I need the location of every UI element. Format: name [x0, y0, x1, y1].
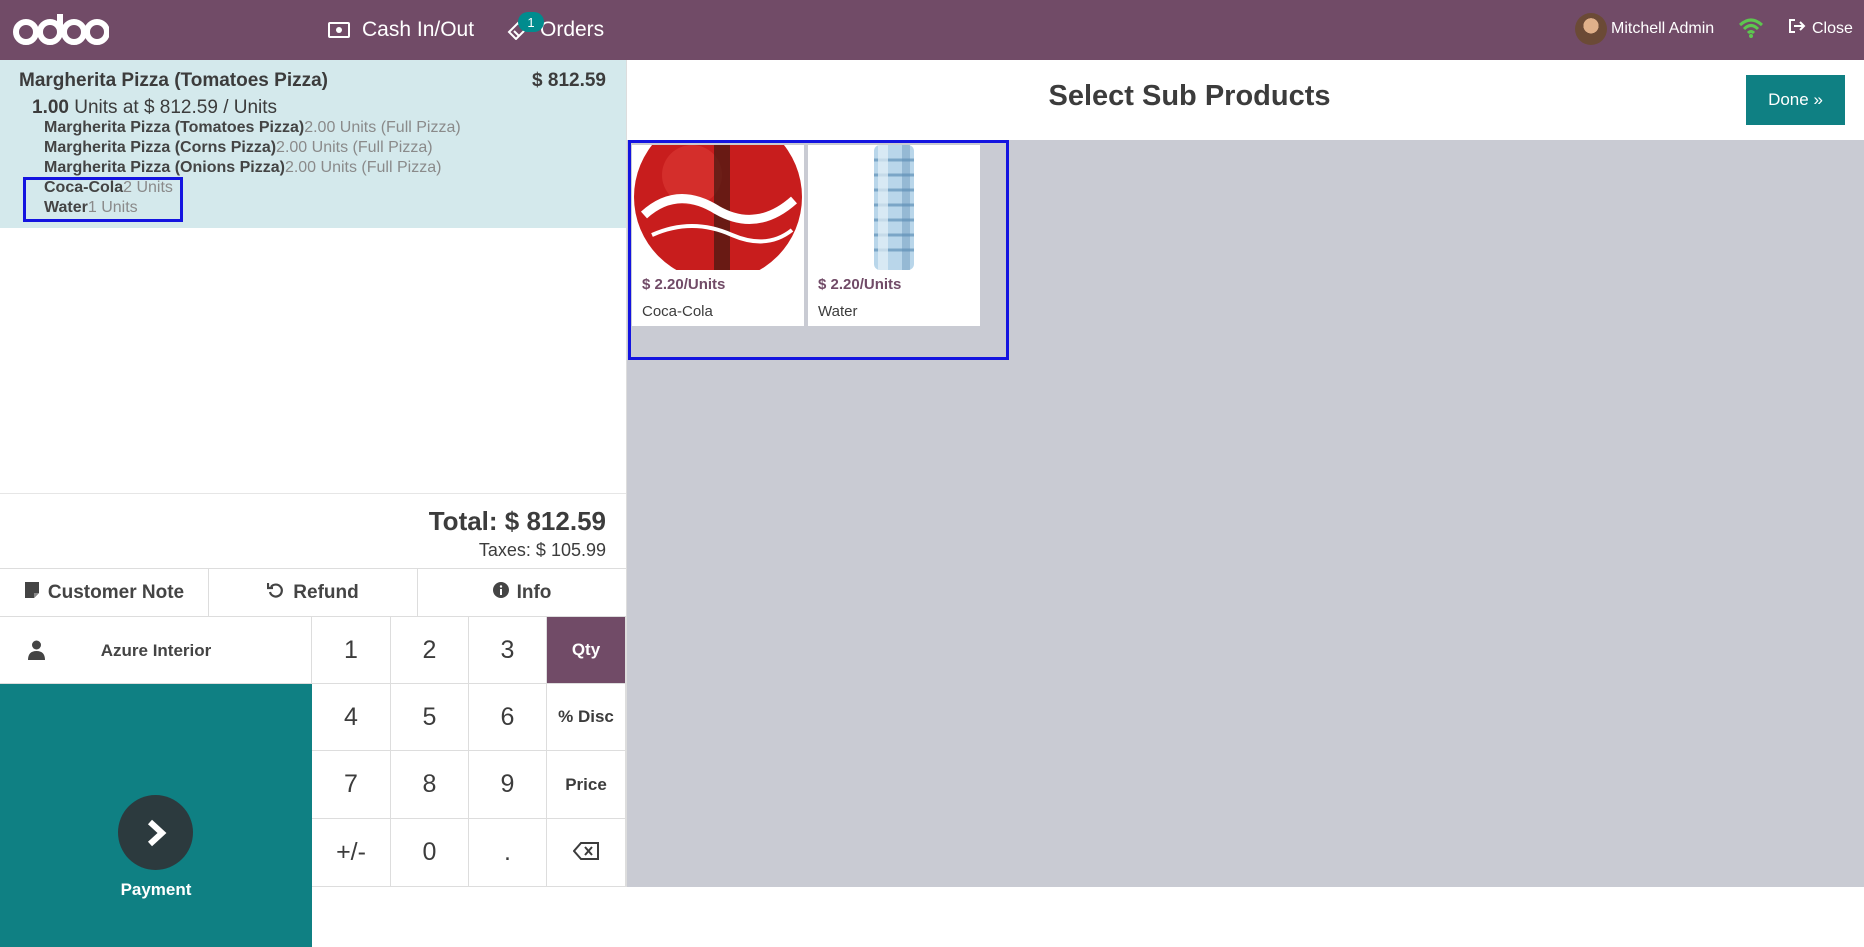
order-total: Total: $ 812.59	[428, 506, 606, 536]
orders-button[interactable]: Orders	[506, 0, 604, 60]
order-line-qty: 1.00 Units at $ 812.59 / Units	[32, 97, 277, 119]
done-button[interactable]: Done »	[1746, 75, 1845, 125]
numpad-key-5[interactable]: 5	[391, 684, 469, 751]
numpad-key-dot[interactable]: .	[469, 819, 547, 887]
customer-button[interactable]: Azure Interior	[0, 617, 312, 684]
top-bar: Cash In/Out Orders 1 Mitchell Admin Clos…	[0, 0, 1864, 60]
order-panel: Margherita Pizza (Tomatoes Pizza) $ 812.…	[0, 60, 627, 947]
sub-products-header: Select Sub Products Done »	[627, 60, 1864, 140]
order-line[interactable]: Margherita Pizza (Tomatoes Pizza) $ 812.…	[0, 60, 626, 228]
numpad-key-0[interactable]: 0	[391, 819, 469, 887]
highlight-box-products	[628, 140, 1009, 360]
orders-count-badge: 1	[518, 12, 544, 32]
wifi-icon	[1738, 17, 1764, 44]
customer-name: Azure Interior	[100, 640, 212, 660]
user-name: Mitchell Admin	[1611, 20, 1715, 37]
payment-label: Payment	[120, 880, 192, 899]
sub-line-name: Margherita Pizza (Onions Pizza)	[44, 159, 285, 176]
backspace-button[interactable]	[547, 819, 626, 887]
chevron-right-icon	[118, 795, 193, 870]
control-buttons: Customer Note Refund Info	[0, 568, 626, 617]
mode-price-button[interactable]: Price	[547, 751, 626, 819]
numpad-key-3[interactable]: 3	[469, 617, 547, 684]
numpad-key-9[interactable]: 9	[469, 751, 547, 819]
page-title: Select Sub Products	[1048, 80, 1331, 112]
sub-line-qty: 2.00 Units (Full Pizza)	[284, 159, 442, 176]
numpad-key-7[interactable]: 7	[312, 751, 391, 819]
numpad-key-4[interactable]: 4	[312, 684, 391, 751]
numpad: 1 2 3 Qty 4 5 6 % Disc 7 8 9 Price +/- 0…	[312, 617, 626, 947]
orders-label: Orders	[540, 18, 605, 41]
numpad-key-2[interactable]: 2	[391, 617, 469, 684]
order-line-price: $ 812.59	[532, 70, 606, 91]
close-label: Close	[1812, 19, 1853, 37]
cash-in-out-button[interactable]: Cash In/Out	[328, 0, 474, 60]
sub-line-name: Margherita Pizza (Tomatoes Pizza)	[44, 119, 305, 136]
close-button[interactable]: Close	[1788, 18, 1853, 39]
undo-icon	[267, 581, 293, 605]
numpad-key-8[interactable]: 8	[391, 751, 469, 819]
order-totals: Total: $ 812.59 Taxes: $ 105.99	[0, 493, 626, 577]
refund-button[interactable]: Refund	[209, 569, 418, 616]
sub-line-qty: 2.00 Units (Full Pizza)	[304, 119, 461, 136]
order-line-name: Margherita Pizza (Tomatoes Pizza)	[19, 70, 328, 91]
sub-line: Margherita Pizza (Onions Pizza)2.00 Unit…	[44, 159, 441, 177]
note-icon	[24, 581, 48, 605]
info-label: Info	[516, 581, 552, 603]
cash-in-out-label: Cash In/Out	[362, 18, 475, 41]
sub-line: Margherita Pizza (Corns Pizza)2.00 Units…	[44, 139, 433, 157]
info-icon	[492, 581, 517, 604]
odoo-logo	[13, 10, 110, 55]
highlight-box-sub-lines	[23, 177, 183, 222]
sign-out-icon	[1788, 18, 1812, 39]
numpad-key-1[interactable]: 1	[312, 617, 391, 684]
order-line-unit-text: Units at $ 812.59 / Units	[68, 97, 278, 118]
numpad-key-plus-minus[interactable]: +/-	[312, 819, 391, 887]
money-icon	[328, 22, 350, 38]
mode-qty-button[interactable]: Qty	[547, 617, 626, 684]
info-button[interactable]: Info	[418, 569, 626, 616]
backspace-icon	[572, 838, 599, 867]
refund-label: Refund	[293, 581, 359, 603]
sub-line-qty: 2.00 Units (Full Pizza)	[276, 139, 433, 156]
customer-note-button[interactable]: Customer Note	[0, 569, 209, 616]
mode-discount-button[interactable]: % Disc	[547, 684, 626, 751]
order-taxes: Taxes: $ 105.99	[478, 540, 606, 560]
numpad-key-6[interactable]: 6	[469, 684, 547, 751]
sub-line-name: Margherita Pizza (Corns Pizza)	[44, 139, 277, 156]
avatar	[1575, 13, 1607, 45]
order-line-qty-value: 1.00	[32, 97, 69, 118]
user-menu[interactable]: Mitchell Admin	[1575, 13, 1714, 45]
sub-line: Margherita Pizza (Tomatoes Pizza)2.00 Un…	[44, 119, 461, 137]
payment-button[interactable]: Payment	[0, 684, 312, 947]
customer-note-label: Customer Note	[47, 581, 185, 603]
